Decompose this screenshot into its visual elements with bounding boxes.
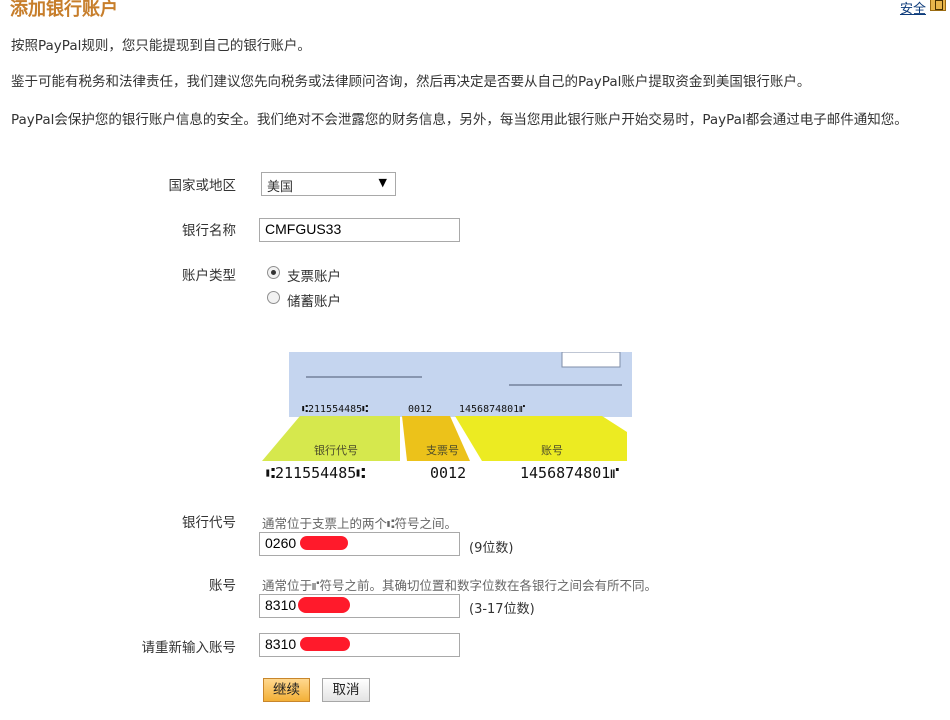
confirm-account-input[interactable]: 8310 [259, 633, 460, 657]
savings-radio-label[interactable]: 储蓄账户 [287, 290, 341, 310]
bank-name-label: 银行名称 [182, 223, 236, 239]
savings-radio[interactable] [267, 291, 280, 304]
intro-paragraph-1: 按照PayPal规则，您只能提现到自己的银行账户。 [11, 38, 311, 54]
account-hint: 通常位于⑈符号之前。其确切位置和数字位数在各银行之间会有所不同。 [262, 575, 657, 594]
country-select[interactable]: 美国 ▼ [261, 172, 396, 196]
routing-label: 银行代号 [182, 515, 236, 531]
redaction-mark [300, 637, 350, 651]
micr-top-routing: ⑆211554485⑆ [302, 404, 368, 415]
account-hint-text-end: 符号之前。其确切位置和数字位数在各银行之间会有所不同。 [319, 578, 658, 593]
micr-onus-symbol: ⑈ [312, 578, 320, 593]
account-hint-text: 通常位于 [262, 578, 313, 593]
lock-icon[interactable] [930, 0, 946, 11]
micr-bottom-routing: ⑆211554485⑆ [266, 464, 365, 482]
cancel-button[interactable]: 取消 [322, 678, 370, 702]
check-amount-box [561, 352, 621, 368]
micr-transit-symbol: ⑆ [387, 516, 395, 531]
routing-hint-text: 通常位于支票上的两个 [262, 516, 388, 531]
routing-number-input[interactable]: 0260 [259, 532, 460, 556]
routing-digits-hint: (9位数) [469, 541, 514, 556]
micr-top-check-number: 0012 [408, 404, 432, 415]
check-number-callout-label: 支票号 [426, 444, 459, 457]
caret-down-icon: ▼ [378, 176, 387, 189]
routing-hint-text-end: 符号之间。 [394, 516, 458, 531]
page-title: 添加银行账户 [10, 0, 118, 20]
confirm-account-label: 请重新输入账号 [141, 640, 237, 656]
checking-radio[interactable] [267, 266, 280, 279]
checking-radio-label[interactable]: 支票账户 [287, 265, 341, 285]
account-digits-hint: (3-17位数) [469, 602, 535, 617]
micr-bottom-account: 1456874801⑈ [520, 464, 619, 482]
account-callout-label: 账号 [541, 444, 563, 457]
bank-name-input[interactable]: CMFGUS33 [259, 218, 460, 242]
intro-paragraph-3: PayPal会保护您的银行账户信息的安全。我们绝对不会泄露您的财务信息，另外，每… [11, 112, 908, 128]
country-label: 国家或地区 [168, 178, 237, 194]
routing-callout-label: 银行代号 [314, 443, 358, 457]
account-number-input[interactable]: 8310 [259, 594, 460, 618]
redaction-mark [298, 597, 350, 613]
redaction-mark [300, 536, 348, 550]
check-diagram: ⑆211554485⑆ 0012 1456874801⑈ 银行代号 支票号 账号… [262, 352, 632, 482]
security-link[interactable]: 安全 [900, 0, 926, 17]
routing-hint: 通常位于支票上的两个⑆符号之间。 [262, 513, 457, 532]
micr-bottom-check-number: 0012 [430, 464, 466, 482]
continue-button[interactable]: 继续 [263, 678, 310, 702]
account-type-label: 账户类型 [182, 268, 236, 284]
intro-paragraph-2: 鉴于可能有税务和法律责任，我们建议您先向税务或法律顾问咨询，然后再决定是否要从自… [11, 74, 811, 90]
micr-top-account: 1456874801⑈ [459, 404, 525, 415]
account-number-label: 账号 [209, 578, 236, 594]
country-select-value: 美国 [267, 180, 294, 195]
